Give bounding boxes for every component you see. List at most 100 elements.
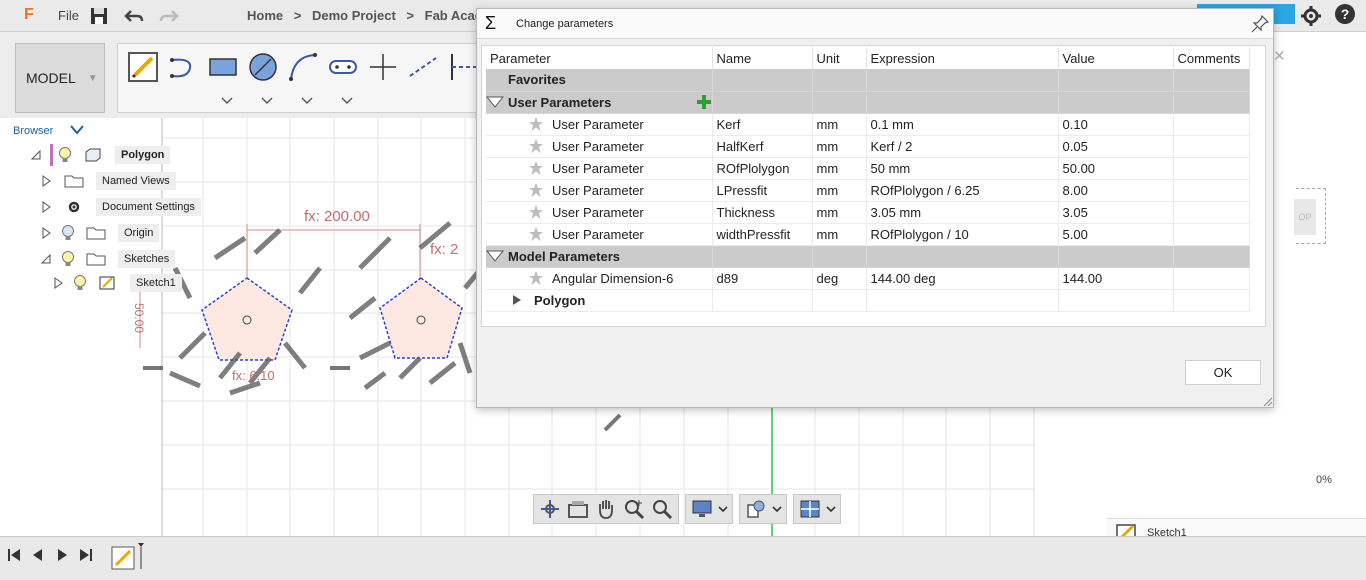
parameter-expression[interactable]: ROfPlolygon / 10 [866,223,1059,246]
user-parameters-group-row[interactable]: User Parameters [486,91,1250,114]
favorites-group-row[interactable]: Favorites [486,69,1250,92]
parameter-name[interactable]: Thickness [712,201,813,224]
parameter-name[interactable]: HalfKerf [712,135,813,158]
app-logo[interactable]: F [24,6,34,24]
parameter-expression[interactable]: 50 mm [866,157,1059,180]
browser-item-sketch1[interactable]: Sketch1 [52,272,182,294]
parameter-comments[interactable] [1173,113,1250,136]
pin-icon[interactable] [1251,15,1269,33]
column-header-expression[interactable]: Expression [866,47,1059,69]
column-header-comments[interactable]: Comments [1173,47,1250,69]
parameter-unit[interactable]: mm [812,201,867,224]
spline-icon[interactable] [286,50,320,84]
redo-icon[interactable] [158,5,180,27]
dimension-label[interactable]: fx: 200.00 [304,208,370,225]
browser-item-origin[interactable]: Origin [40,222,160,244]
dimension-label[interactable]: fx: 6.10 [232,368,275,383]
parameter-name[interactable]: LPressfit [712,179,813,202]
parameter-unit[interactable]: mm [812,223,867,246]
orbit-icon[interactable] [538,497,562,521]
chevron-down-icon[interactable] [340,96,354,106]
dialog-titlebar[interactable]: Σ Change parameters [477,9,1273,39]
circle-icon[interactable] [246,50,280,84]
undo-icon[interactable] [123,5,145,27]
model-parameters-group-row[interactable]: Model Parameters [486,245,1250,268]
display-settings-icon[interactable] [690,497,714,521]
view-cube-face[interactable]: OP [1294,199,1316,235]
parameter-expression[interactable]: 3.05 mm [866,201,1059,224]
parameter-name[interactable]: Kerf [712,113,813,136]
polygon-sketch-2[interactable] [348,221,492,390]
go-to-end-icon[interactable] [78,547,94,563]
file-menu[interactable]: File [58,8,79,23]
expand-triangle-icon[interactable] [512,294,522,306]
zoom-icon[interactable] [622,497,646,521]
zoom-window-icon[interactable] [650,497,674,521]
browser-item-polygon[interactable]: Polygon [30,144,171,166]
construction-line-icon[interactable] [406,50,440,84]
table-row[interactable]: User Parameter Thickness mm 3.05 mm 3.05 [486,201,1250,224]
dimension-label[interactable]: fx: 2 [430,241,458,258]
browser-item-named-views[interactable]: Named Views [40,170,176,192]
step-back-icon[interactable] [30,547,46,563]
collapse-triangle-icon[interactable] [486,250,504,262]
look-at-icon[interactable] [566,497,590,521]
favorite-star-icon[interactable] [528,226,544,242]
viewports-icon[interactable] [798,497,822,521]
add-parameter-icon[interactable] [696,94,712,110]
trim-icon[interactable] [446,50,480,84]
favorite-star-icon[interactable] [528,116,544,132]
chevron-down-icon[interactable] [220,96,234,106]
parameter-expression[interactable]: Kerf / 2 [866,135,1059,158]
favorite-star-icon[interactable] [528,270,544,286]
collapse-triangle-icon[interactable] [30,149,42,161]
visibility-bulb-icon[interactable] [60,224,76,242]
breadcrumb-project[interactable]: Demo Project [312,8,396,23]
parameter-comments[interactable] [1173,223,1250,246]
arc-icon[interactable] [166,50,200,84]
polygon-component-row[interactable]: Polygon [486,289,1250,312]
chevron-down-icon[interactable] [300,96,314,106]
parameter-name[interactable]: widthPressfit [712,223,813,246]
timeline-sketch-icon[interactable] [110,541,146,571]
expand-triangle-icon[interactable] [52,277,64,289]
visual-style-icon[interactable] [744,497,768,521]
point-icon[interactable] [366,50,400,84]
workspace-switcher[interactable]: MODEL ▼ [15,43,105,113]
visibility-bulb-icon[interactable] [72,274,88,292]
slot-icon[interactable] [326,50,360,84]
parameter-unit[interactable]: mm [812,113,867,136]
favorite-star-icon[interactable] [528,138,544,154]
table-row[interactable]: User Parameter ROfPlolygon mm 50 mm 50.0… [486,157,1250,180]
resize-grip-icon[interactable] [1263,397,1273,407]
column-header-name[interactable]: Name [712,47,813,69]
pan-hand-icon[interactable] [594,497,618,521]
chevron-down-icon[interactable] [826,504,836,514]
parameter-comments[interactable] [1173,135,1250,158]
parameter-comments[interactable] [1173,267,1250,290]
create-sketch-icon[interactable] [126,50,160,84]
chevron-down-icon[interactable] [70,124,84,136]
parameter-comments[interactable] [1173,157,1250,180]
expand-triangle-icon[interactable] [40,227,52,239]
table-row[interactable]: Angular Dimension-6 d89 deg 144.00 deg 1… [486,267,1250,290]
view-cube[interactable]: OP [1294,188,1326,244]
parameter-unit[interactable]: mm [812,157,867,180]
chevron-down-icon[interactable] [260,96,274,106]
parameter-expression[interactable]: ROfPlolygon / 6.25 [866,179,1059,202]
visibility-bulb-icon[interactable] [57,146,73,164]
parameter-comments[interactable] [1173,179,1250,202]
table-row[interactable]: User Parameter LPressfit mm ROfPlolygon … [486,179,1250,202]
browser-item-document-settings[interactable]: Document Settings [40,196,201,218]
sketch-palette-tab[interactable]: Sketch1 [1107,518,1366,536]
parameter-unit[interactable]: mm [812,179,867,202]
chevron-down-icon[interactable] [718,504,728,514]
play-icon[interactable] [54,547,70,563]
rectangle-icon[interactable] [206,50,240,84]
table-row[interactable]: User Parameter Kerf mm 0.1 mm 0.10 [486,113,1250,136]
collapse-triangle-icon[interactable] [486,96,504,108]
parameter-name[interactable]: d89 [712,267,813,290]
visibility-bulb-icon[interactable] [60,250,76,268]
help-icon[interactable]: ? [1335,4,1355,24]
breadcrumb-home[interactable]: Home [247,8,283,23]
